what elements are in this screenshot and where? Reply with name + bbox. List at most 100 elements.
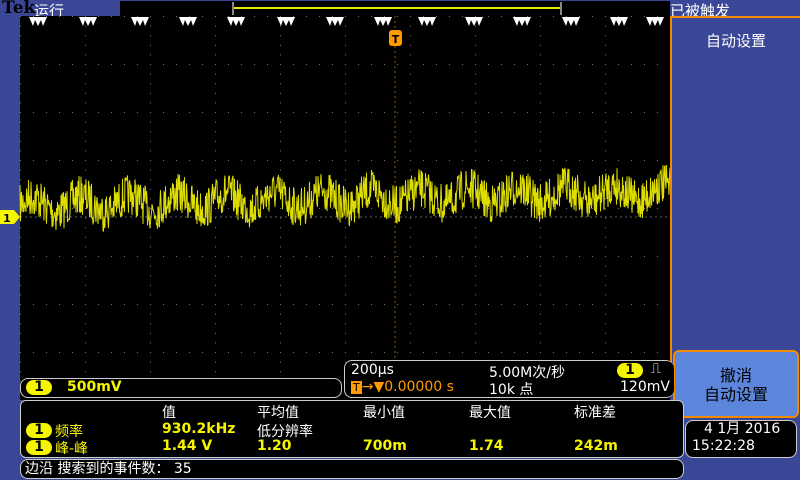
header-min: 最小值: [363, 405, 405, 421]
grid-dot: [410, 83, 411, 85]
search-mark-icon[interactable]: [29, 17, 47, 26]
grid-dot: [20, 246, 21, 248]
grid-dot: [384, 64, 385, 65]
grid-dot: [345, 169, 346, 171]
grid-dot: [20, 25, 21, 27]
horizontal-box[interactable]: 200µs 5.00M次/秒 1 ⎍ T →▼0.00000 s 10k 点 12…: [344, 360, 674, 398]
grid-dot: [267, 160, 268, 161]
grid-dot: [462, 256, 463, 257]
grid-dot: [410, 35, 411, 37]
search-mark-icon[interactable]: [227, 17, 245, 26]
grid-dot: [449, 208, 450, 209]
search-mark-icon[interactable]: [465, 17, 483, 26]
grid-dot: [228, 352, 229, 353]
grid-dot: [150, 188, 151, 190]
channel1-marker-label: 1: [3, 212, 11, 225]
grid-dot: [267, 16, 268, 17]
grid-dot: [605, 25, 606, 27]
search-mark-icon[interactable]: [513, 17, 531, 26]
row1-value: 930.2kHz: [162, 421, 236, 437]
grid-dot: [215, 236, 216, 238]
grid-dot: [345, 112, 346, 113]
search-mark-icon[interactable]: [646, 17, 664, 26]
grid-dot: [215, 160, 216, 161]
grid-dot: [449, 16, 450, 17]
grid-dot: [98, 16, 99, 17]
grid-dot: [579, 112, 580, 113]
grid-dot: [150, 112, 151, 113]
grid-dot: [462, 64, 463, 65]
grid-dot: [553, 16, 554, 17]
grid-dot: [215, 294, 216, 296]
grid-dot: [423, 208, 424, 209]
grid-dot: [150, 121, 151, 123]
search-mark-icon[interactable]: [326, 17, 344, 26]
grid-dot: [85, 25, 86, 27]
grid-dot: [527, 304, 528, 305]
grid-dot: [397, 352, 398, 353]
grid-dot: [280, 35, 281, 37]
grid-dot: [85, 323, 86, 325]
grid-dot: [150, 275, 151, 277]
grid-dot: [592, 64, 593, 65]
grid-dot: [241, 352, 242, 353]
search-mark-icon[interactable]: [179, 17, 197, 26]
grid-dot: [111, 16, 112, 17]
grid-dot: [215, 150, 216, 152]
grid-dot: [605, 198, 606, 200]
grid-dot: [475, 208, 476, 209]
grid-dot: [345, 323, 346, 325]
grid-dot: [293, 352, 294, 353]
grid-dot: [176, 352, 177, 353]
grid-dot: [163, 64, 164, 65]
grid-dot: [215, 16, 216, 17]
grid-dot: [605, 131, 606, 133]
search-mark-icon[interactable]: [610, 17, 628, 26]
trigger-channel-badge: 1: [617, 363, 643, 378]
row2-min: 700m: [363, 438, 407, 454]
grid-dot: [150, 265, 151, 267]
grid-dot: [332, 64, 333, 65]
grid-dot: [540, 179, 541, 181]
rising-edge-icon: ⎍: [651, 361, 661, 377]
search-mark-icon[interactable]: [418, 17, 436, 26]
grid-dot: [202, 304, 203, 305]
channel1-scale-box[interactable]: 1 500mV: [20, 378, 342, 398]
grid-dot: [540, 54, 541, 56]
grid-dot: [631, 16, 632, 17]
grid-dot: [631, 160, 632, 161]
search-mark-icon[interactable]: [79, 17, 97, 26]
channel1-trace: [19, 164, 671, 233]
grid-dot: [163, 256, 164, 257]
grid-dot: [410, 323, 411, 325]
grid-dot: [436, 208, 437, 209]
search-marks: [29, 17, 664, 26]
grid-dot: [215, 246, 216, 248]
grid-dot: [605, 150, 606, 152]
search-mark-icon[interactable]: [374, 17, 392, 26]
grid-dot: [618, 256, 619, 257]
grid-dot: [410, 304, 411, 305]
grid-dot: [475, 227, 476, 229]
grid-dot: [215, 313, 216, 315]
grid-dot: [215, 371, 216, 373]
grid-dot: [540, 284, 541, 286]
grid-dot: [20, 313, 21, 315]
grid-dot: [540, 83, 541, 85]
grid-dot: [345, 160, 346, 161]
cancel-autoset-button[interactable]: 撤消 自动设置: [673, 350, 799, 418]
header-std: 标准差: [574, 405, 616, 421]
grid-dot: [644, 304, 645, 305]
grid-dot: [150, 131, 151, 133]
grid-dot: [579, 64, 580, 65]
grid-dot: [150, 208, 151, 209]
grid-dot: [280, 16, 281, 17]
grid-dot: [85, 140, 86, 142]
grid-dot: [345, 352, 346, 353]
grid-dot: [280, 371, 281, 373]
grid-dot: [592, 256, 593, 257]
search-mark-icon[interactable]: [277, 17, 295, 26]
search-mark-icon[interactable]: [562, 17, 580, 26]
search-mark-icon[interactable]: [131, 17, 149, 26]
grid-dot: [20, 131, 21, 133]
